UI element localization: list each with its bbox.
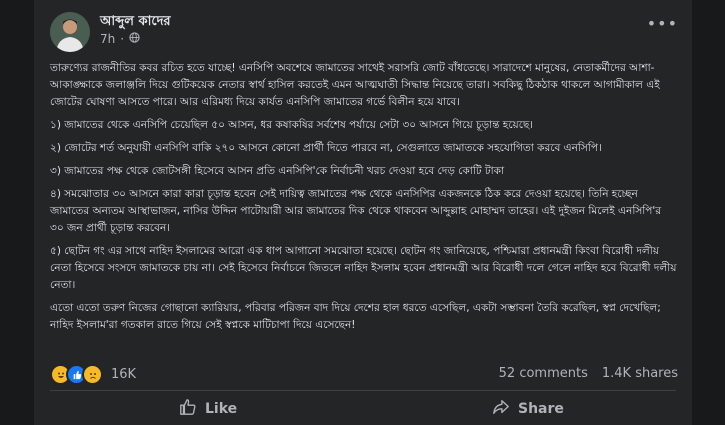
globe-icon [129, 32, 140, 46]
post-paragraph: এতো এতো তরুণ নিজের গোছানো ক্যারিয়ার, পর… [50, 302, 661, 331]
post-card: আব্দুল কাদের 7h · ••• তারুণ্যের রাজনীতির… [34, 0, 692, 425]
post-time[interactable]: 7h [100, 32, 115, 46]
post-paragraph: ৩) জামাতের পক্ষ থেকে জোটসঙ্গী হিসেবে আসন… [50, 165, 505, 177]
shares-count[interactable]: 1.4K shares [602, 366, 678, 381]
meta-separator: · [120, 32, 125, 46]
share-icon [492, 398, 510, 420]
comments-count[interactable]: 52 comments [499, 366, 588, 381]
post-paragraph: ৪) সমঝোতার ৩০ আসনে কারা কারা চূড়ান্ত হব… [50, 188, 662, 234]
like-button[interactable]: Like [179, 398, 237, 420]
author-name[interactable]: আব্দুল কাদের [100, 12, 171, 33]
post-body: তারুণ্যের রাজনীতির কবর রচিত হতে যাচ্ছে! … [50, 60, 678, 340]
post-paragraph: তারুণ্যের রাজনীতির কবর রচিত হতে যাচ্ছে! … [50, 62, 660, 108]
post-paragraph: ১) জামাতের থেকে এনসিপি চেয়েছিল ৫০ আসন, … [50, 119, 534, 131]
action-divider [50, 390, 676, 391]
more-options-icon[interactable]: ••• [647, 14, 678, 33]
share-button[interactable]: Share [492, 398, 564, 420]
reaction-count[interactable]: 16K [111, 367, 136, 382]
share-label: Share [518, 401, 564, 417]
avatar[interactable] [50, 12, 90, 52]
post-stats: 52 comments 1.4K shares [499, 366, 678, 381]
thumbs-up-icon [179, 398, 197, 420]
like-label: Like [205, 401, 238, 417]
post-paragraph: ৫) ছোটন গং এর সাথে নাহিদ ইসলামের আরো এক … [50, 245, 677, 291]
sad-icon [82, 364, 103, 385]
post-paragraph: ২) জোটের শর্ত অনুযায়ী এনসিপি বাকি ২৭০ আ… [50, 142, 602, 154]
post-meta: 7h · [100, 32, 140, 46]
reaction-summary[interactable]: 16K [50, 364, 136, 385]
